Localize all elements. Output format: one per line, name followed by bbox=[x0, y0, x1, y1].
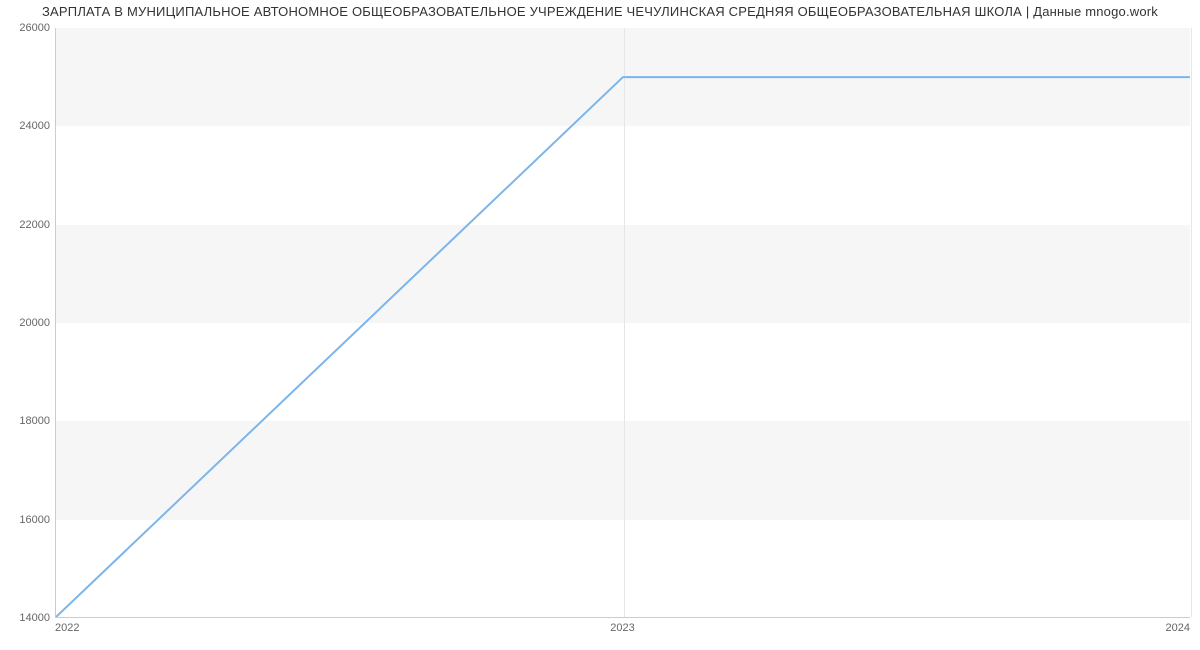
x-tick-label: 2024 bbox=[1166, 622, 1190, 634]
y-tick-label: 20000 bbox=[10, 317, 50, 329]
chart-title: ЗАРПЛАТА В МУНИЦИПАЛЬНОЕ АВТОНОМНОЕ ОБЩЕ… bbox=[0, 4, 1200, 19]
y-tick-label: 24000 bbox=[10, 120, 50, 132]
y-tick-label: 16000 bbox=[10, 514, 50, 526]
y-tick-label: 18000 bbox=[10, 415, 50, 427]
plot-area bbox=[55, 28, 1190, 618]
series-line bbox=[56, 77, 1190, 617]
x-tick-label: 2023 bbox=[610, 622, 634, 634]
chart-container: ЗАРПЛАТА В МУНИЦИПАЛЬНОЕ АВТОНОМНОЕ ОБЩЕ… bbox=[0, 0, 1200, 650]
y-tick-label: 22000 bbox=[10, 219, 50, 231]
y-tick-label: 26000 bbox=[10, 22, 50, 34]
x-tick-label: 2022 bbox=[55, 622, 79, 634]
y-tick-label: 14000 bbox=[10, 612, 50, 624]
gridline-x bbox=[1191, 28, 1192, 617]
line-layer bbox=[56, 28, 1190, 617]
